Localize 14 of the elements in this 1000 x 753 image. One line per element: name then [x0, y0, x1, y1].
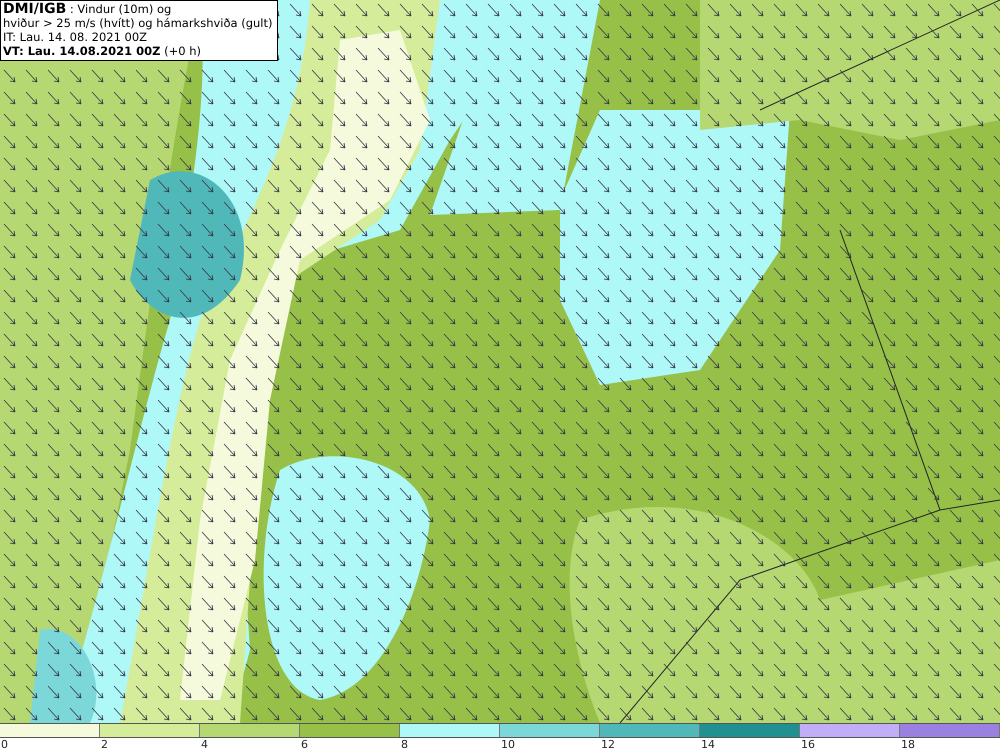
- legend-label: 18: [900, 738, 915, 751]
- title-line: DMI/IGB : Vindur (10m) og: [3, 2, 172, 16]
- title-line: IT: Lau. 14. 08. 2021 00Z: [3, 30, 148, 44]
- legend-label: 0: [0, 738, 8, 751]
- legend-label: 16: [800, 738, 815, 751]
- legend-label: 14: [700, 738, 715, 751]
- title-line: VT: Lau. 14.08.2021 00Z (+0 h): [3, 44, 202, 58]
- title-line: hviður > 25 m/s (hvítt) og hámarkshviða (gult): [3, 16, 272, 30]
- legend-label: 4: [200, 738, 208, 751]
- legend-label: 6: [300, 738, 308, 751]
- legend-label: 12: [600, 738, 615, 751]
- legend-label: 10: [500, 738, 515, 751]
- legend-label: 2: [100, 738, 108, 751]
- legend-label: 8: [400, 738, 408, 751]
